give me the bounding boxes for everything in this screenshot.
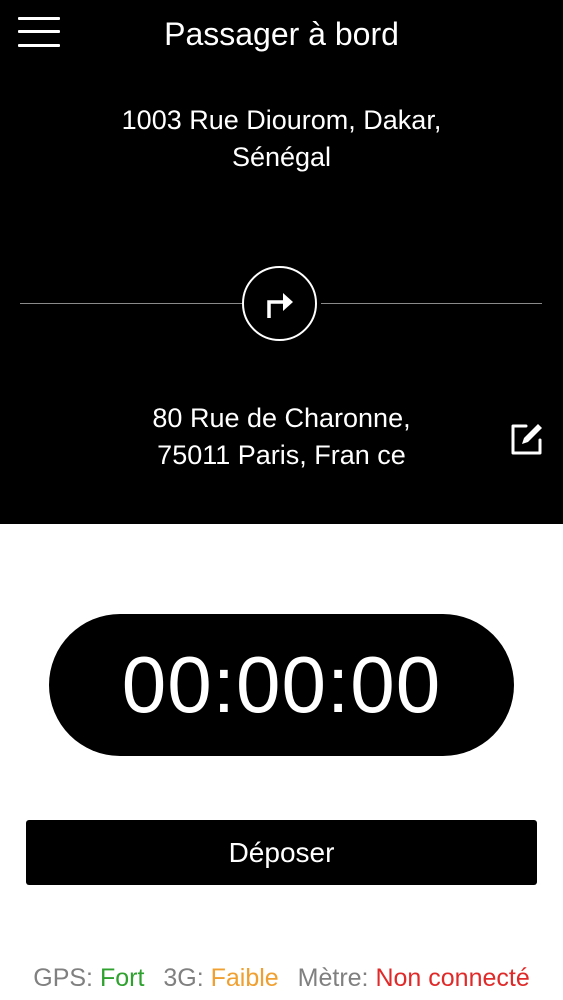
route-divider-left: [20, 303, 242, 304]
page-title: Passager à bord: [164, 16, 399, 52]
network-status: Faible: [210, 964, 279, 992]
meter-label: Mètre:: [297, 964, 369, 992]
origin-address-line1: 1003 Rue Diourom, Dakar,: [121, 105, 442, 135]
trip-panel: Passager à bord 1003 Rue Diourom, Dakar,…: [0, 0, 563, 524]
origin-address-line2: Sénégal: [231, 142, 332, 172]
network-label: 3G:: [163, 964, 204, 992]
destination-address-line1: 80 Rue de Charonne,: [152, 403, 411, 433]
route-divider-right: [321, 303, 542, 304]
destination-address: 80 Rue de Charonne, 75011 Paris, Fran ce: [60, 400, 503, 474]
trip-timer: 00:00:00: [49, 614, 514, 756]
destination-address-line2: 75011 Paris, Fran ce: [157, 440, 406, 470]
drop-off-button[interactable]: Déposer: [26, 820, 537, 885]
meter-status: Non connecté: [375, 964, 530, 992]
status-bar: GPS: Fort 3G: Faible Mètre: Non connecté: [0, 962, 563, 994]
gps-status: Fort: [99, 964, 145, 992]
edit-icon[interactable]: [508, 420, 546, 458]
gps-label: GPS:: [33, 964, 93, 992]
origin-address: 1003 Rue Diourom, Dakar, Sénégal: [60, 102, 503, 176]
turn-right-arrow-icon[interactable]: [242, 266, 317, 341]
